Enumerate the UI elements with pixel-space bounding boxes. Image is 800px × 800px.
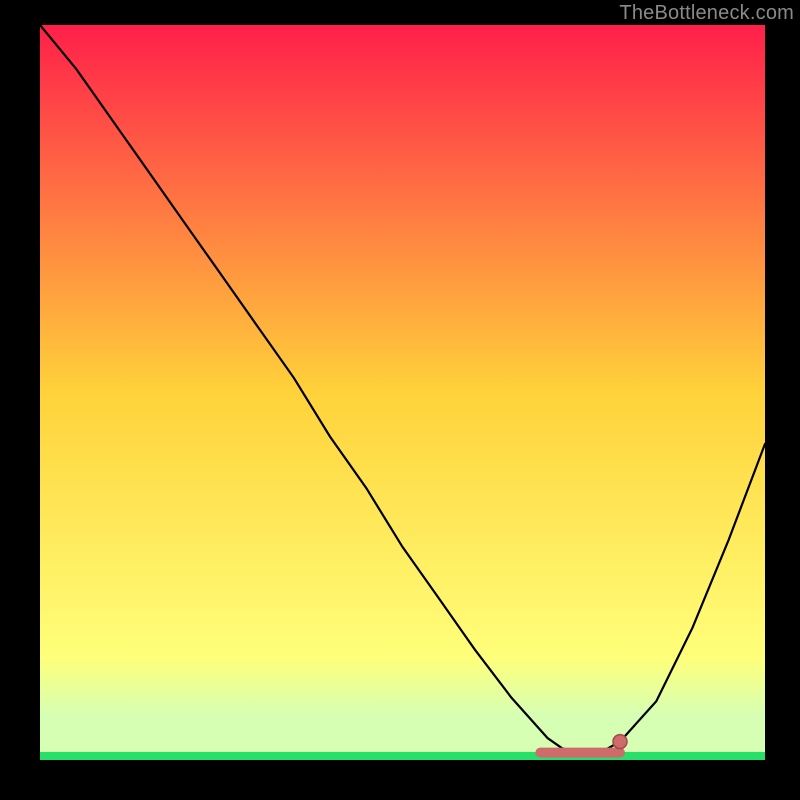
bottleneck-plot [0,0,800,800]
green-band [40,752,765,760]
background-gradient [40,25,765,760]
plot-area [40,25,765,760]
chart-container: TheBottleneck.com [0,0,800,800]
attribution-text: TheBottleneck.com [619,2,794,25]
optimal-marker-dot [613,735,627,749]
